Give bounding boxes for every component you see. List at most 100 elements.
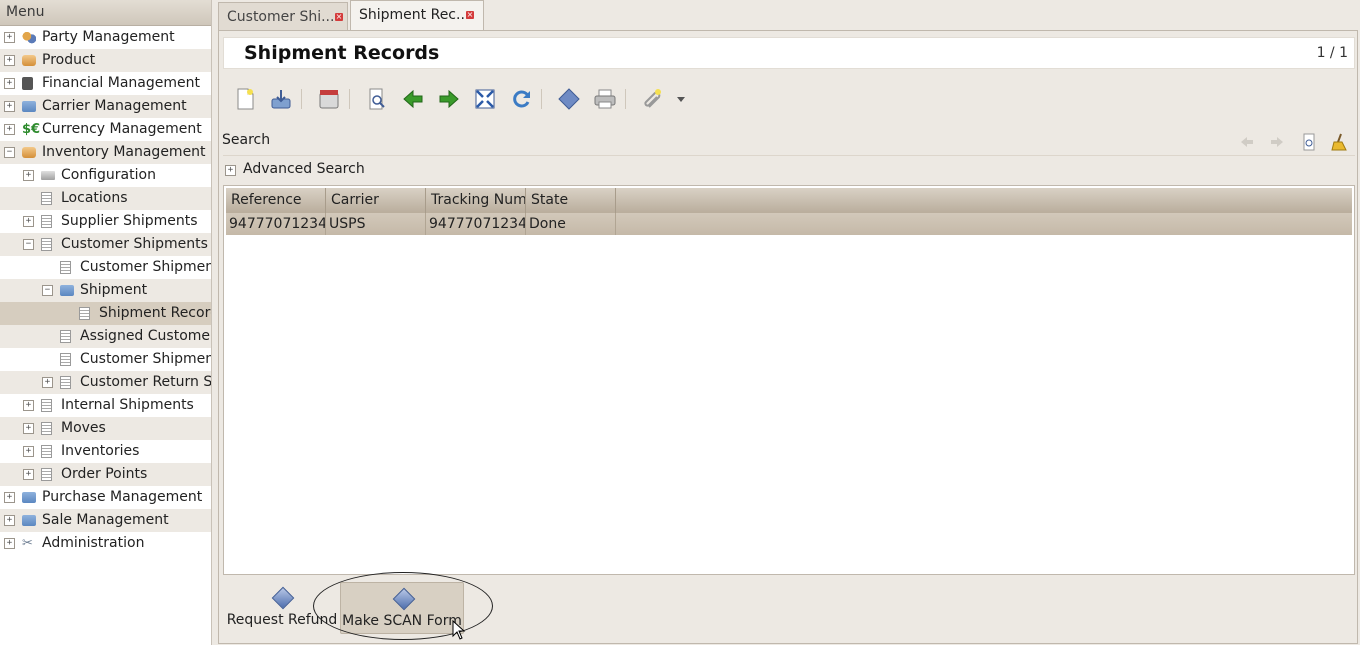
new-icon[interactable]: [233, 87, 257, 111]
sidebar-item-configuration[interactable]: + Configuration: [0, 164, 211, 187]
find-icon[interactable]: [365, 87, 389, 111]
expand-icon[interactable]: +: [23, 446, 34, 457]
tools-icon: ✂: [22, 536, 33, 551]
collapse-icon[interactable]: −: [4, 147, 15, 158]
collapse-icon[interactable]: −: [42, 285, 53, 296]
sidebar-item-locations[interactable]: Locations: [0, 187, 211, 210]
column-header-state[interactable]: State: [526, 188, 616, 213]
folder-icon: [22, 101, 36, 112]
expand-icon[interactable]: +: [4, 32, 15, 43]
next-icon[interactable]: [437, 87, 461, 111]
column-header-reference[interactable]: Reference: [226, 188, 326, 213]
folder-icon: [22, 515, 36, 526]
document-icon: [41, 238, 52, 251]
sidebar-item-administration[interactable]: + ✂ Administration: [0, 532, 211, 555]
sidebar-item-financial-management[interactable]: + Financial Management: [0, 72, 211, 95]
expand-icon[interactable]: +: [23, 469, 34, 480]
sidebar-item-label: Shipment: [80, 282, 148, 298]
column-header-carrier[interactable]: Carrier: [326, 188, 426, 213]
save-icon[interactable]: [269, 87, 293, 111]
sidebar-item-shipment[interactable]: − Shipment: [0, 279, 211, 302]
expand-icon[interactable]: +: [4, 124, 15, 135]
delete-icon[interactable]: [317, 87, 341, 111]
sidebar-item-customer-return-sh[interactable]: + Customer Return Sh: [0, 371, 211, 394]
request-refund-button[interactable]: Request Refund: [226, 582, 338, 634]
sidebar-item-moves[interactable]: + Moves: [0, 417, 211, 440]
sidebar-item-party-management[interactable]: + Party Management: [0, 26, 211, 49]
sidebar-item-internal-shipments[interactable]: + Internal Shipments: [0, 394, 211, 417]
sidebar-item-label: Shipment Record: [99, 305, 211, 321]
sidebar-item-label: Supplier Shipments: [61, 213, 198, 229]
collapse-icon[interactable]: −: [23, 239, 34, 250]
sidebar: Menu + Party Management + Product + Financial…: [0, 0, 212, 645]
expand-icon[interactable]: +: [4, 78, 15, 89]
reload-icon[interactable]: [509, 87, 533, 111]
make-scan-form-button[interactable]: Make SCAN Form: [340, 582, 464, 634]
sidebar-item-supplier-shipments[interactable]: + Supplier Shipments: [0, 210, 211, 233]
folder-icon: [60, 285, 74, 296]
table-header: Reference Carrier Tracking Num State: [226, 188, 1352, 213]
advanced-search-label: Advanced Search: [243, 161, 365, 177]
sidebar-item-inventories[interactable]: + Inventories: [0, 440, 211, 463]
cell-tracking: 947770712345: [426, 213, 526, 235]
sidebar-item-label: Product: [42, 52, 96, 68]
main-panel: Shipment Records 1 / 1 Search + Advanced…: [218, 30, 1358, 644]
config-icon: [41, 171, 55, 180]
expand-icon[interactable]: +: [4, 55, 15, 66]
sidebar-item-label: Customer Shipment: [80, 259, 211, 275]
action-diamond-icon: [392, 587, 416, 611]
sidebar-item-carrier-management[interactable]: + Carrier Management: [0, 95, 211, 118]
expand-icon[interactable]: +: [4, 101, 15, 112]
expand-icon[interactable]: +: [4, 538, 15, 549]
action-icon[interactable]: [557, 87, 581, 111]
button-label: Make SCAN Form: [342, 613, 462, 629]
expand-icon[interactable]: +: [4, 492, 15, 503]
expand-icon[interactable]: +: [225, 165, 236, 176]
sidebar-item-product[interactable]: + Product: [0, 49, 211, 72]
search-previous-icon[interactable]: [1239, 134, 1255, 150]
search-find-icon[interactable]: [1301, 133, 1317, 151]
box-icon: [22, 55, 36, 66]
currency-icon: $€: [22, 122, 41, 137]
sidebar-item-label: Internal Shipments: [61, 397, 194, 413]
document-icon: [60, 261, 71, 274]
mouse-cursor-icon: [452, 620, 466, 640]
search-next-icon[interactable]: [1269, 134, 1285, 150]
expand-icon[interactable]: +: [42, 377, 53, 388]
tab-label: Customer Shi...: [227, 9, 335, 25]
sidebar-item-order-points[interactable]: + Order Points: [0, 463, 211, 486]
sidebar-item-customer-shipment[interactable]: Customer Shipment: [0, 348, 211, 371]
tab-shipment-records[interactable]: Shipment Rec... ×: [350, 0, 484, 31]
sidebar-item-inventory-management[interactable]: − Inventory Management: [0, 141, 211, 164]
switch-view-icon[interactable]: [473, 87, 497, 111]
document-icon: [41, 192, 52, 205]
attachment-icon[interactable]: [641, 87, 665, 111]
dropdown-icon[interactable]: [675, 87, 687, 111]
column-header-tracking[interactable]: Tracking Num: [426, 188, 526, 213]
expand-icon[interactable]: +: [23, 400, 34, 411]
toolbar: [231, 83, 731, 115]
sidebar-item-label: Inventories: [61, 443, 140, 459]
document-icon: [41, 399, 52, 412]
print-icon[interactable]: [593, 87, 617, 111]
sidebar-item-customer-shipment[interactable]: Customer Shipment: [0, 256, 211, 279]
sidebar-item-assigned-customer[interactable]: Assigned Customer: [0, 325, 211, 348]
expand-icon[interactable]: +: [4, 515, 15, 526]
sidebar-item-customer-shipments[interactable]: − Customer Shipments: [0, 233, 211, 256]
expand-icon[interactable]: +: [23, 423, 34, 434]
cell-state: Done: [526, 213, 616, 235]
sidebar-item-shipment-record[interactable]: Shipment Record: [0, 302, 211, 325]
previous-icon[interactable]: [401, 87, 425, 111]
table-row[interactable]: 947770712345 USPS 947770712345 Done: [226, 213, 1352, 235]
sidebar-item-sale-management[interactable]: + Sale Management: [0, 509, 211, 532]
sidebar-item-purchase-management[interactable]: + Purchase Management: [0, 486, 211, 509]
close-icon[interactable]: ×: [335, 13, 343, 21]
close-icon[interactable]: ×: [466, 11, 474, 19]
sidebar-item-label: Financial Management: [42, 75, 200, 91]
clear-broom-icon[interactable]: [1331, 133, 1349, 151]
sidebar-item-currency-management[interactable]: + $€ Currency Management: [0, 118, 211, 141]
expand-icon[interactable]: +: [23, 170, 34, 181]
expand-icon[interactable]: +: [23, 216, 34, 227]
sidebar-item-label: Customer Shipment: [80, 351, 211, 367]
tab-customer-shipments[interactable]: Customer Shi... ×: [218, 2, 348, 30]
